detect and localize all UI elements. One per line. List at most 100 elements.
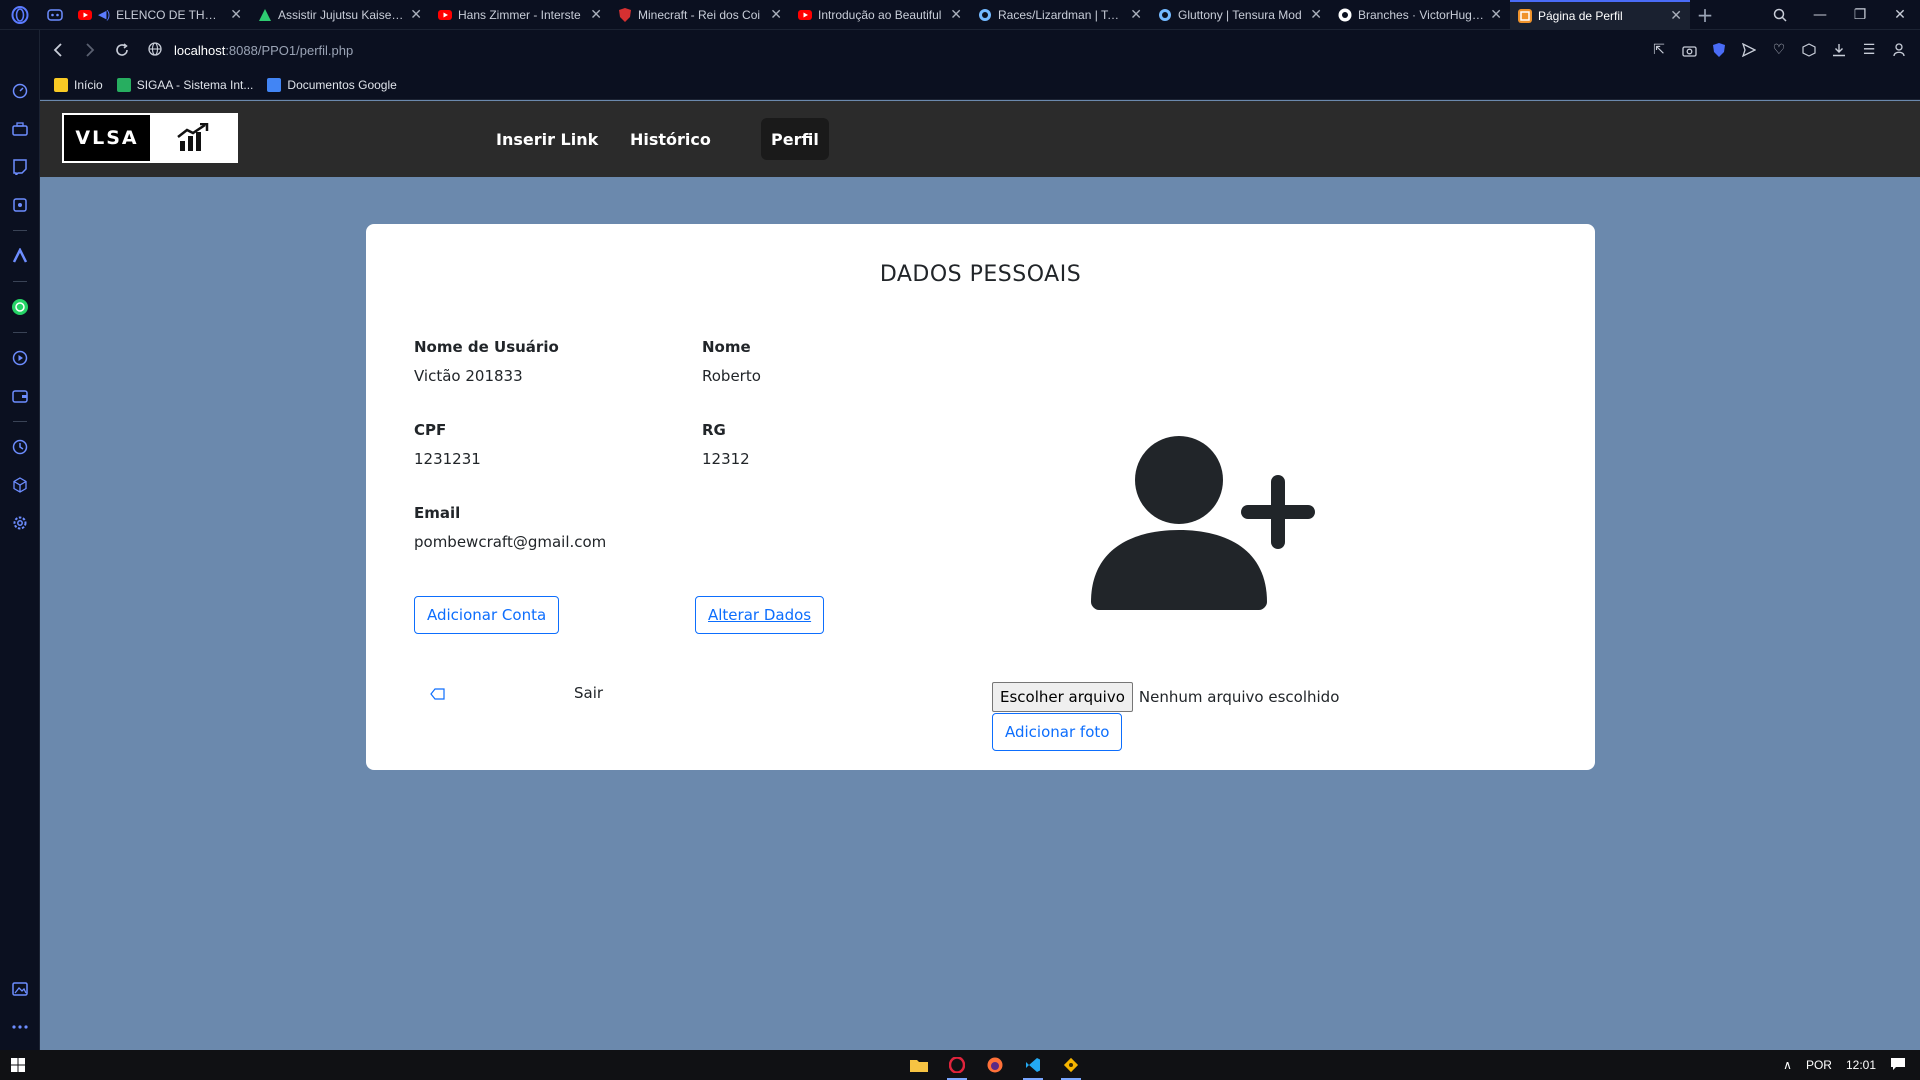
send-icon[interactable]: [1736, 36, 1762, 64]
file-explorer-icon[interactable]: [900, 1050, 938, 1080]
new-tab-icon[interactable]: +: [1690, 0, 1720, 30]
browser-sidebar: [0, 30, 40, 1050]
aria-icon[interactable]: [0, 237, 40, 275]
windows-taskbar: ∧ POR 12:01: [0, 1050, 1920, 1080]
logout-link[interactable]: Sair: [574, 684, 603, 702]
nav-historico[interactable]: Histórico: [620, 118, 721, 160]
browser-tab[interactable]: Introdução ao Beautiful ✕: [790, 0, 970, 30]
youtube-icon: [438, 8, 452, 22]
close-tab-icon[interactable]: ✕: [770, 6, 782, 23]
close-tab-icon[interactable]: ✕: [230, 6, 242, 23]
shield-icon: [618, 7, 632, 22]
tab-title: Introdução ao Beautiful: [818, 7, 942, 22]
add-account-button[interactable]: Adicionar Conta: [414, 596, 560, 634]
image-bookmark-icon: [54, 77, 68, 92]
nav-inserir-link[interactable]: Inserir Link: [486, 118, 608, 160]
vscode-icon[interactable]: [1014, 1050, 1052, 1080]
username-label: Nome de Usuário: [414, 338, 559, 356]
tray-chevron-up-icon[interactable]: ∧: [1783, 1058, 1792, 1072]
speaker-icon[interactable]: ◀): [98, 8, 110, 21]
profile-icon[interactable]: [1886, 36, 1912, 64]
browser-tab-bar: ◀) ELENCO DE THE BO ✕ Assistir Jujutsu K…: [0, 0, 1920, 30]
browser-tab[interactable]: Races/Lizardman | Tens ✕: [970, 0, 1150, 30]
tab-title: Races/Lizardman | Tens: [998, 7, 1125, 22]
vpn-shield-icon[interactable]: [1706, 36, 1732, 64]
easy-setup-icon[interactable]: ☰: [1856, 36, 1882, 64]
extensions-icon[interactable]: [0, 186, 40, 224]
settings-gear-icon[interactable]: [0, 504, 40, 542]
minimize-icon[interactable]: —: [1800, 0, 1840, 30]
github-icon: [1338, 8, 1352, 22]
browser-tab[interactable]: Hans Zimmer - Interste ✕: [430, 0, 610, 30]
cube-toolbar-icon[interactable]: [1796, 36, 1822, 64]
url-host: localhost: [174, 42, 226, 58]
gallery-icon[interactable]: [0, 970, 40, 1008]
close-tab-icon[interactable]: ✕: [590, 6, 602, 23]
player-icon[interactable]: [0, 339, 40, 377]
suitcase-icon[interactable]: [0, 110, 40, 148]
workspaces-icon[interactable]: [40, 0, 70, 30]
history-icon[interactable]: [0, 428, 40, 466]
rg-value: 12312: [702, 450, 750, 468]
twitch-icon[interactable]: [0, 148, 40, 186]
choose-file-button[interactable]: Escolher arquivo: [992, 682, 1133, 712]
close-tab-icon[interactable]: ✕: [1130, 6, 1142, 23]
browser-tab[interactable]: Assistir Jujutsu Kaisen 2 ✕: [250, 0, 430, 30]
snapshot-camera-icon[interactable]: [1676, 36, 1702, 64]
close-window-icon[interactable]: ✕: [1880, 0, 1920, 30]
youtube-icon: [78, 8, 92, 22]
wiki-icon: [978, 8, 992, 22]
close-tab-icon[interactable]: ✕: [1310, 6, 1322, 23]
back-icon[interactable]: [42, 34, 74, 66]
browser-tab[interactable]: Minecraft - Rei dos Coi ✕: [610, 0, 790, 30]
tab-title: Minecraft - Rei dos Coi: [638, 7, 761, 22]
opera-taskbar-icon[interactable]: [938, 1050, 976, 1080]
browser-tab[interactable]: ◀) ELENCO DE THE BO ✕: [70, 0, 250, 30]
wiki-icon: [1158, 8, 1172, 22]
share-icon[interactable]: ⇱: [1646, 36, 1672, 64]
speed-dial-icon[interactable]: [0, 72, 40, 110]
close-tab-icon[interactable]: ✕: [1490, 6, 1502, 23]
close-tab-icon[interactable]: ✕: [410, 6, 422, 23]
chart-growth-icon: [150, 115, 236, 161]
rg-label: RG: [702, 421, 726, 439]
browser-tab-active[interactable]: Página de Perfil ✕: [1510, 0, 1690, 30]
add-user-icon: [1091, 430, 1331, 614]
logo-text: VLSA: [64, 115, 150, 161]
bookmark-google-docs[interactable]: Documentos Google: [267, 77, 397, 92]
add-photo-button[interactable]: Adicionar foto: [992, 713, 1123, 751]
windows-start-icon[interactable]: [0, 1050, 36, 1080]
download-icon[interactable]: [1826, 36, 1852, 64]
url-field[interactable]: localhost:8088/PPO1/perfil.php: [148, 41, 353, 59]
bookmark-label: Início: [74, 77, 103, 92]
firefox-icon[interactable]: [976, 1050, 1014, 1080]
close-tab-icon[interactable]: ✕: [1670, 7, 1682, 24]
search-tabs-icon[interactable]: [1760, 0, 1800, 30]
opera-logo-icon[interactable]: [0, 0, 40, 30]
more-options-icon[interactable]: [0, 1008, 40, 1046]
clock[interactable]: 12:01: [1846, 1058, 1876, 1072]
bookmark-inicio[interactable]: Início: [54, 77, 103, 92]
browser-tab[interactable]: Gluttony | Tensura Mod ✕: [1150, 0, 1330, 30]
email-value: pombewcraft@gmail.com: [414, 533, 607, 551]
change-data-button[interactable]: Alterar Dados: [695, 596, 825, 634]
forward-icon[interactable]: [74, 34, 106, 66]
language-indicator[interactable]: POR: [1806, 1058, 1832, 1072]
heart-icon[interactable]: ♡: [1766, 36, 1792, 64]
notifications-icon[interactable]: [1890, 1057, 1906, 1074]
whatsapp-icon[interactable]: [0, 288, 40, 326]
google-docs-icon: [267, 77, 282, 92]
logout-icon[interactable]: [430, 688, 446, 704]
git-client-icon[interactable]: [1052, 1050, 1090, 1080]
close-tab-icon[interactable]: ✕: [950, 6, 962, 23]
wallet-icon[interactable]: [0, 377, 40, 415]
reload-icon[interactable]: [106, 34, 138, 66]
bookmark-sigaa[interactable]: SIGAA - Sistema Int...: [116, 77, 253, 92]
username-value: Victão 201833: [414, 367, 523, 385]
tab-title: Hans Zimmer - Interste: [458, 7, 581, 22]
restore-icon[interactable]: ❐: [1840, 0, 1880, 30]
cube-icon[interactable]: [0, 466, 40, 504]
browser-tab[interactable]: Branches · VictorHugoR ✕: [1330, 0, 1510, 30]
nav-perfil[interactable]: Perfil: [761, 118, 829, 160]
site-logo[interactable]: VLSA: [62, 113, 238, 163]
